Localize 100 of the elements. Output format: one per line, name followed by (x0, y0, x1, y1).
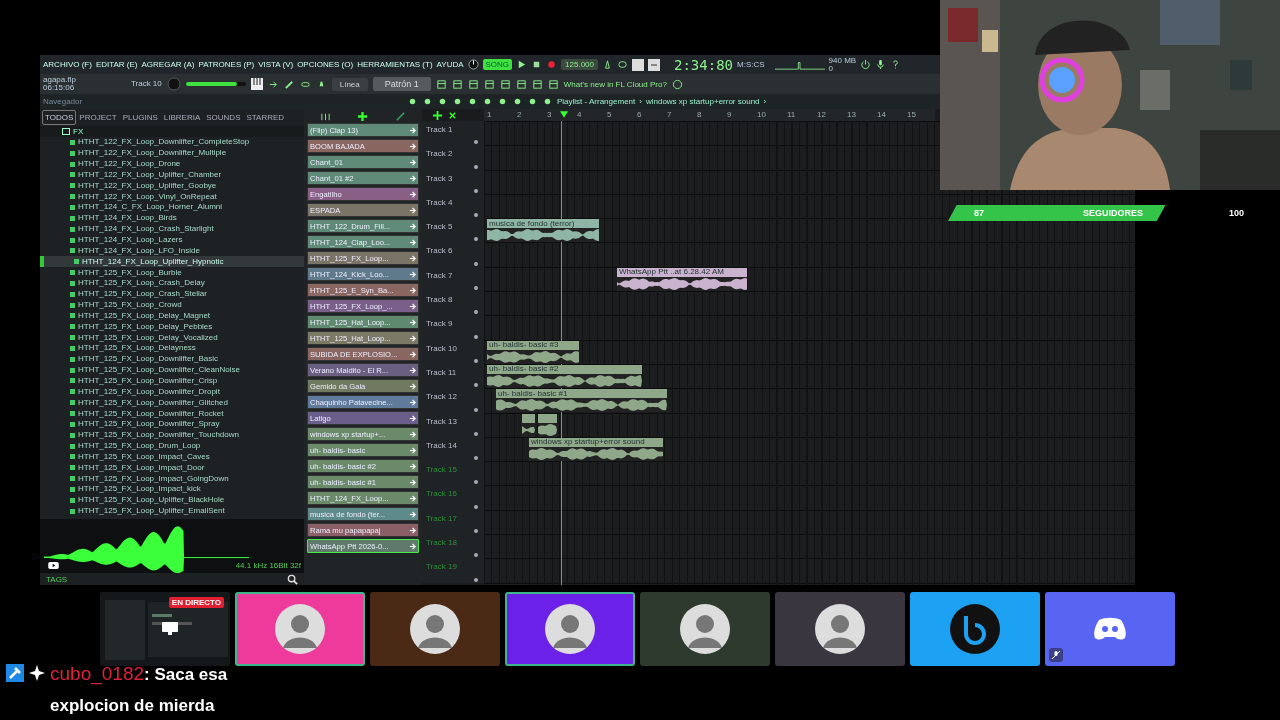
track-toggle[interactable] (474, 480, 478, 485)
window-icon[interactable] (467, 78, 479, 90)
snap-dropdown[interactable]: Línea (331, 77, 368, 91)
window-icon[interactable] (483, 78, 495, 90)
track-name[interactable]: Track 10 (426, 343, 457, 353)
browser-tab[interactable]: PROJECT (76, 110, 120, 125)
pencil-icon[interactable] (283, 78, 295, 90)
menu-item[interactable]: AYUDA (436, 60, 464, 69)
track-toggle[interactable] (474, 334, 478, 339)
loop-icon[interactable] (617, 59, 628, 70)
metronome-icon[interactable] (602, 59, 613, 70)
file-item[interactable]: HTHT_125_FX_Loop_Delay_Vocalized (40, 332, 304, 344)
file-item[interactable]: HTHT_124_FX_Loop_Crash_Starlight (40, 223, 304, 235)
track-toggle[interactable] (474, 164, 478, 169)
track-name[interactable]: Track 17 (426, 513, 457, 523)
file-item[interactable]: HTHT_125_FX_Loop_Burble (40, 267, 304, 278)
menu-item[interactable]: VISTA (V) (258, 60, 294, 69)
track-name[interactable]: Track 19 (426, 562, 457, 572)
track-toggle[interactable] (474, 358, 478, 363)
folder-name[interactable]: FX (73, 127, 84, 136)
arrow-icon[interactable] (409, 302, 416, 310)
track-name[interactable]: Track 13 (426, 416, 457, 426)
file-item[interactable]: HTHT_122_FX_Loop_Uplifter_Goobye (40, 180, 304, 192)
file-item[interactable]: HTHT_125_FX_Loop_Downlifter_Glitched (40, 397, 304, 409)
arrow-icon[interactable] (409, 350, 416, 358)
menu-item[interactable]: PATRONES (P) (198, 60, 255, 69)
tags-label[interactable]: TAGS (46, 574, 68, 584)
piano-icon[interactable] (250, 78, 263, 90)
window-icon[interactable] (499, 78, 511, 90)
file-item[interactable]: HTHT_122_FX_Loop_Vinyl_OnRepeat (40, 191, 304, 203)
arrow-icon[interactable] (409, 510, 416, 518)
plus-icon[interactable] (357, 110, 369, 122)
file-item[interactable]: HTHT_122_FX_Loop_Downlifter_CompleteStop (40, 137, 304, 148)
search-icon[interactable] (287, 573, 298, 585)
track-toggle[interactable] (474, 504, 478, 509)
arrow-icon[interactable] (409, 190, 416, 198)
track-toggle[interactable] (474, 310, 478, 315)
track-name[interactable]: Track 14 (426, 440, 457, 450)
track-toggle[interactable] (474, 213, 478, 218)
file-item[interactable]: HTHT_125_FX_Loop_Delayness (40, 343, 304, 354)
track-toggle[interactable] (474, 140, 478, 145)
power-icon[interactable] (860, 59, 872, 70)
track-name[interactable]: Track 7 (426, 270, 453, 280)
participant-tile[interactable] (370, 592, 500, 666)
file-item[interactable]: HTHT_122_FX_Loop_Drone (40, 158, 304, 170)
file-item[interactable]: HTHT_125_FX_Loop_Impact_kick (40, 484, 304, 495)
track-toggle[interactable] (474, 261, 478, 266)
news-link[interactable]: What's new in FL Cloud Pro? (563, 79, 667, 89)
file-item[interactable]: HTHT_124_FX_Loop_Lazers (40, 234, 304, 246)
arrow-icon[interactable] (409, 478, 416, 486)
window-icon[interactable] (547, 78, 559, 90)
file-item[interactable]: HTHT_124_FX_Loop_LFO_Inside (40, 245, 304, 257)
record-icon[interactable] (546, 59, 558, 70)
track-name[interactable]: Track 2 (426, 149, 453, 159)
track-name[interactable]: Track 18 (426, 538, 457, 548)
pattern-dropdown[interactable]: Patrón 1 (372, 77, 431, 91)
arrow-icon[interactable] (409, 542, 416, 550)
arrow-icon[interactable] (409, 174, 416, 182)
arrow-icon[interactable] (409, 414, 416, 422)
mic-icon[interactable] (875, 59, 887, 70)
window-icon[interactable] (451, 78, 463, 90)
volume-slider-fill[interactable] (185, 82, 237, 86)
browser-tab[interactable]: LIBRERIA (160, 110, 204, 125)
pattern-mode-icon[interactable] (632, 58, 644, 71)
track-toggle[interactable] (474, 188, 478, 193)
arrow-icon[interactable] (409, 382, 416, 390)
arrow-icon[interactable] (409, 270, 416, 278)
track-name[interactable]: Track 4 (426, 197, 453, 207)
track-name[interactable]: Track 6 (426, 246, 453, 256)
participant-tile[interactable] (505, 592, 635, 666)
arrow-icon[interactable] (409, 206, 416, 214)
file-item[interactable]: HTHT_122_FX_Loop_Downlifter_Multiple (40, 147, 304, 159)
arrow-icon[interactable] (409, 286, 416, 294)
play-icon[interactable] (516, 59, 528, 70)
menu-item[interactable]: EDITAR (E) (95, 60, 138, 69)
browser-tab[interactable]: PLUGINS (119, 110, 161, 125)
participant-tile[interactable] (775, 592, 905, 666)
audio-clip[interactable]: uh- baldis- basic #3 (487, 340, 579, 364)
menu-item[interactable]: HERRAMIENTAS (T) (357, 60, 433, 69)
file-item[interactable]: HTHT_125_FX_Loop_Delay_Magnet (40, 310, 304, 322)
arrow-icon[interactable] (409, 334, 416, 342)
arrow-icon[interactable] (409, 158, 416, 166)
window-icon[interactable] (515, 78, 527, 90)
file-item[interactable]: HTHT_125_FX_Loop_Downlifter_Rocket (40, 408, 304, 419)
track-toggle[interactable] (474, 237, 478, 242)
audio-clip[interactable] (522, 413, 535, 437)
track-toggle[interactable] (474, 383, 478, 388)
browser-tab[interactable]: STARRED (243, 110, 288, 125)
participant-tile[interactable] (235, 592, 365, 666)
file-item[interactable]: HTHT_125_FX_Loop_Crowd (40, 299, 304, 311)
arrow-icon[interactable] (409, 254, 416, 262)
arrow-icon[interactable] (409, 222, 416, 230)
breadcrumb-item[interactable]: windows xp startup+error sound (645, 97, 760, 106)
play-icon[interactable] (48, 562, 59, 569)
file-item[interactable]: HTHT_125_FX_Loop_Crash_Delay (40, 277, 304, 289)
track-toggle[interactable] (474, 431, 478, 436)
menu-item[interactable]: ARCHIVO (F) (43, 60, 92, 69)
track-name[interactable]: Track 9 (426, 319, 453, 329)
track-name[interactable]: Track 8 (426, 295, 453, 305)
song-mode-button[interactable]: SONG (482, 59, 513, 70)
